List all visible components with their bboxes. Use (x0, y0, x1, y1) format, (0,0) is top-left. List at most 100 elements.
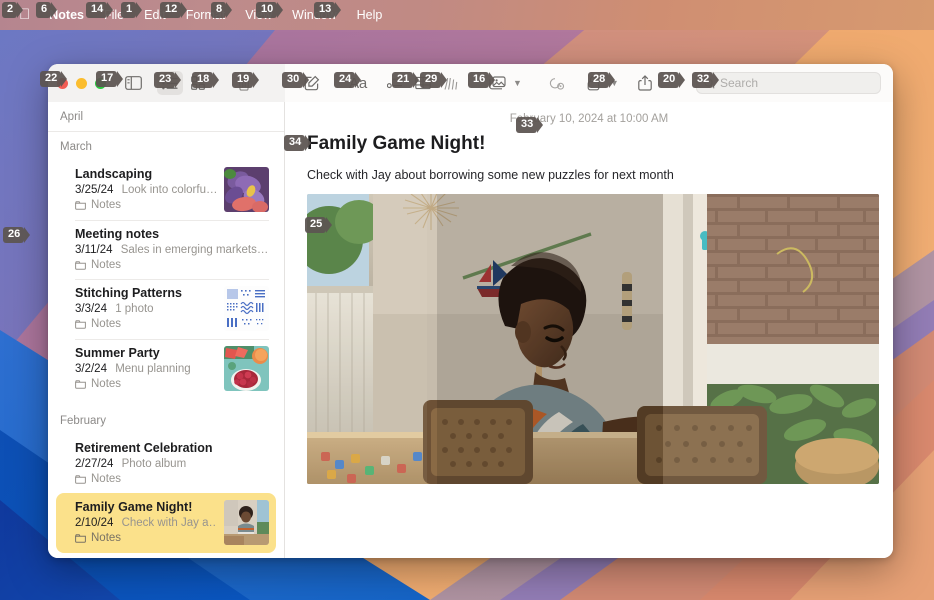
notes-sidebar[interactable]: April March Landscaping 3/25/24 Look int… (48, 102, 285, 558)
notes-window: Aa (48, 64, 893, 558)
badge-note-photo: 25 (305, 217, 333, 233)
badge-delete: 19 (232, 72, 260, 88)
search-placeholder: Search (720, 76, 759, 90)
badge-search: 32 (692, 72, 720, 88)
list-item[interactable]: Landscaping 3/25/24 Look into colorfu… N… (56, 160, 276, 220)
note-row-text: Stitching Patterns 3/3/24 1 photo Notes (75, 286, 216, 331)
note-snippet: Sales in emerging markets… (120, 244, 269, 256)
note-folder-label: Notes (91, 199, 122, 211)
badge-menu-edit: 1 (121, 2, 143, 18)
note-row-text: Retirement Celebration 2/27/24 Photo alb… (75, 441, 269, 485)
badge-zoom-button: 17 (96, 71, 124, 87)
note-snippet: Look into colorfu… (121, 184, 216, 196)
badge-note-title: 34 (284, 135, 312, 151)
search-field[interactable]: Search (696, 72, 881, 94)
note-row-text: Landscaping 3/25/24 Look into colorfu… N… (75, 167, 216, 212)
list-item[interactable]: Retirement Celebration 2/27/24 Photo alb… (56, 434, 276, 493)
note-folder: Notes (75, 199, 216, 211)
badge-gallery-view: 18 (192, 72, 220, 88)
note-title: Summer Party (75, 346, 160, 360)
note-meta: 2/27/24 Photo album (75, 458, 269, 470)
badge-menu-format: 12 (160, 2, 188, 18)
note-meta: 3/11/24 Sales in emerging markets… (75, 244, 269, 256)
badge-menu-help: 13 (314, 2, 342, 18)
note-thumbnail-stitching (224, 286, 269, 331)
note-snippet: 1 photo (115, 303, 154, 315)
note-title: Stitching Patterns (75, 286, 182, 300)
note-date: 2/27/24 (75, 458, 114, 470)
note-title: Retirement Celebration (75, 441, 213, 455)
note-folder: Notes (75, 259, 269, 271)
folder-icon (75, 200, 86, 210)
badge-menu-window: 10 (256, 2, 284, 18)
note-date: 2/10/24 (75, 517, 114, 529)
folder-icon (75, 379, 86, 389)
folder-icon (75, 533, 86, 543)
note-attached-photo[interactable] (307, 194, 879, 484)
note-title: Family Game Night! (75, 500, 193, 514)
badge-menu-file: 14 (86, 2, 114, 18)
badge-desktop: 26 (3, 227, 31, 243)
sidebar-toggle-icon[interactable] (120, 71, 146, 95)
note-date: 3/25/24 (75, 184, 114, 196)
note-title-heading[interactable]: Family Game Night! (285, 125, 893, 155)
badge-apple-menu: 2 (2, 2, 24, 18)
note-snippet: Menu planning (115, 363, 191, 375)
menu-help[interactable]: Help (347, 0, 393, 30)
note-folder-label: Notes (91, 473, 122, 485)
note-folder: Notes (75, 318, 216, 330)
list-item[interactable]: Summer Party 3/2/24 Menu planning Notes (56, 339, 276, 399)
note-title: Meeting notes (75, 227, 160, 241)
note-folder: Notes (75, 473, 269, 485)
note-thumbnail-iris (224, 167, 269, 212)
note-folder: Notes (75, 378, 216, 390)
note-row-text: Summer Party 3/2/24 Menu planning Notes (75, 346, 216, 391)
list-item[interactable]: Stitching Patterns 3/3/24 1 photo Notes (56, 279, 276, 339)
note-folder: Notes (75, 532, 216, 544)
note-date: 3/11/24 (75, 244, 113, 256)
list-item-selected[interactable]: Family Game Night! 2/10/24 Check with Ja… (56, 493, 276, 553)
badge-collaborate: 28 (588, 72, 616, 88)
note-folder-label: Notes (91, 378, 122, 390)
media-chevron-down-icon[interactable]: ▼ (513, 78, 522, 88)
section-header-april: April (48, 102, 284, 132)
note-meta: 3/3/24 1 photo (75, 303, 216, 315)
note-folder-label: Notes (91, 259, 122, 271)
folder-icon (75, 260, 86, 270)
note-meta: 3/2/24 Menu planning (75, 363, 216, 375)
note-folder-label: Notes (91, 318, 122, 330)
collaborate-icon[interactable] (544, 71, 570, 95)
badge-table: 29 (420, 72, 448, 88)
badge-close-button: 22 (40, 71, 68, 87)
note-snippet: Check with Jay a… (121, 517, 216, 529)
note-body-text[interactable]: Check with Jay about borrowing some new … (285, 155, 893, 194)
minimize-button[interactable] (76, 77, 87, 89)
badge-share: 20 (658, 72, 686, 88)
note-thumbnail-food (224, 346, 269, 391)
note-meta: 2/10/24 Check with Jay a… (75, 517, 216, 529)
badge-list-view: 23 (154, 72, 182, 88)
section-header-march: March (60, 141, 92, 153)
window-body: April March Landscaping 3/25/24 Look int… (48, 102, 893, 558)
badge-compose: 30 (282, 72, 310, 88)
note-row-text: Family Game Night! 2/10/24 Check with Ja… (75, 500, 216, 545)
note-detail-pane[interactable]: February 10, 2024 at 10:00 AM Family Gam… (285, 102, 893, 558)
badge-note-timestamp: 33 (516, 117, 544, 133)
folder-icon (75, 474, 86, 484)
note-date: 3/2/24 (75, 363, 107, 375)
note-snippet: Photo album (121, 458, 187, 470)
section-header-february: February (60, 415, 107, 427)
folder-icon (75, 319, 86, 329)
badge-format: 24 (334, 72, 362, 88)
badge-menu-notes: 6 (36, 2, 58, 18)
badge-checklist: 21 (392, 72, 420, 88)
badge-menu-view: 8 (211, 2, 233, 18)
note-timestamp: February 10, 2024 at 10:00 AM (509, 113, 669, 125)
note-date: 3/3/24 (75, 303, 107, 315)
list-item[interactable]: Meeting notes 3/11/24 Sales in emerging … (56, 220, 276, 279)
share-icon[interactable] (632, 71, 658, 95)
note-thumbnail-boy (224, 500, 269, 545)
note-meta: 3/25/24 Look into colorfu… (75, 184, 216, 196)
note-folder-label: Notes (91, 532, 122, 544)
note-row-text: Meeting notes 3/11/24 Sales in emerging … (75, 227, 269, 271)
